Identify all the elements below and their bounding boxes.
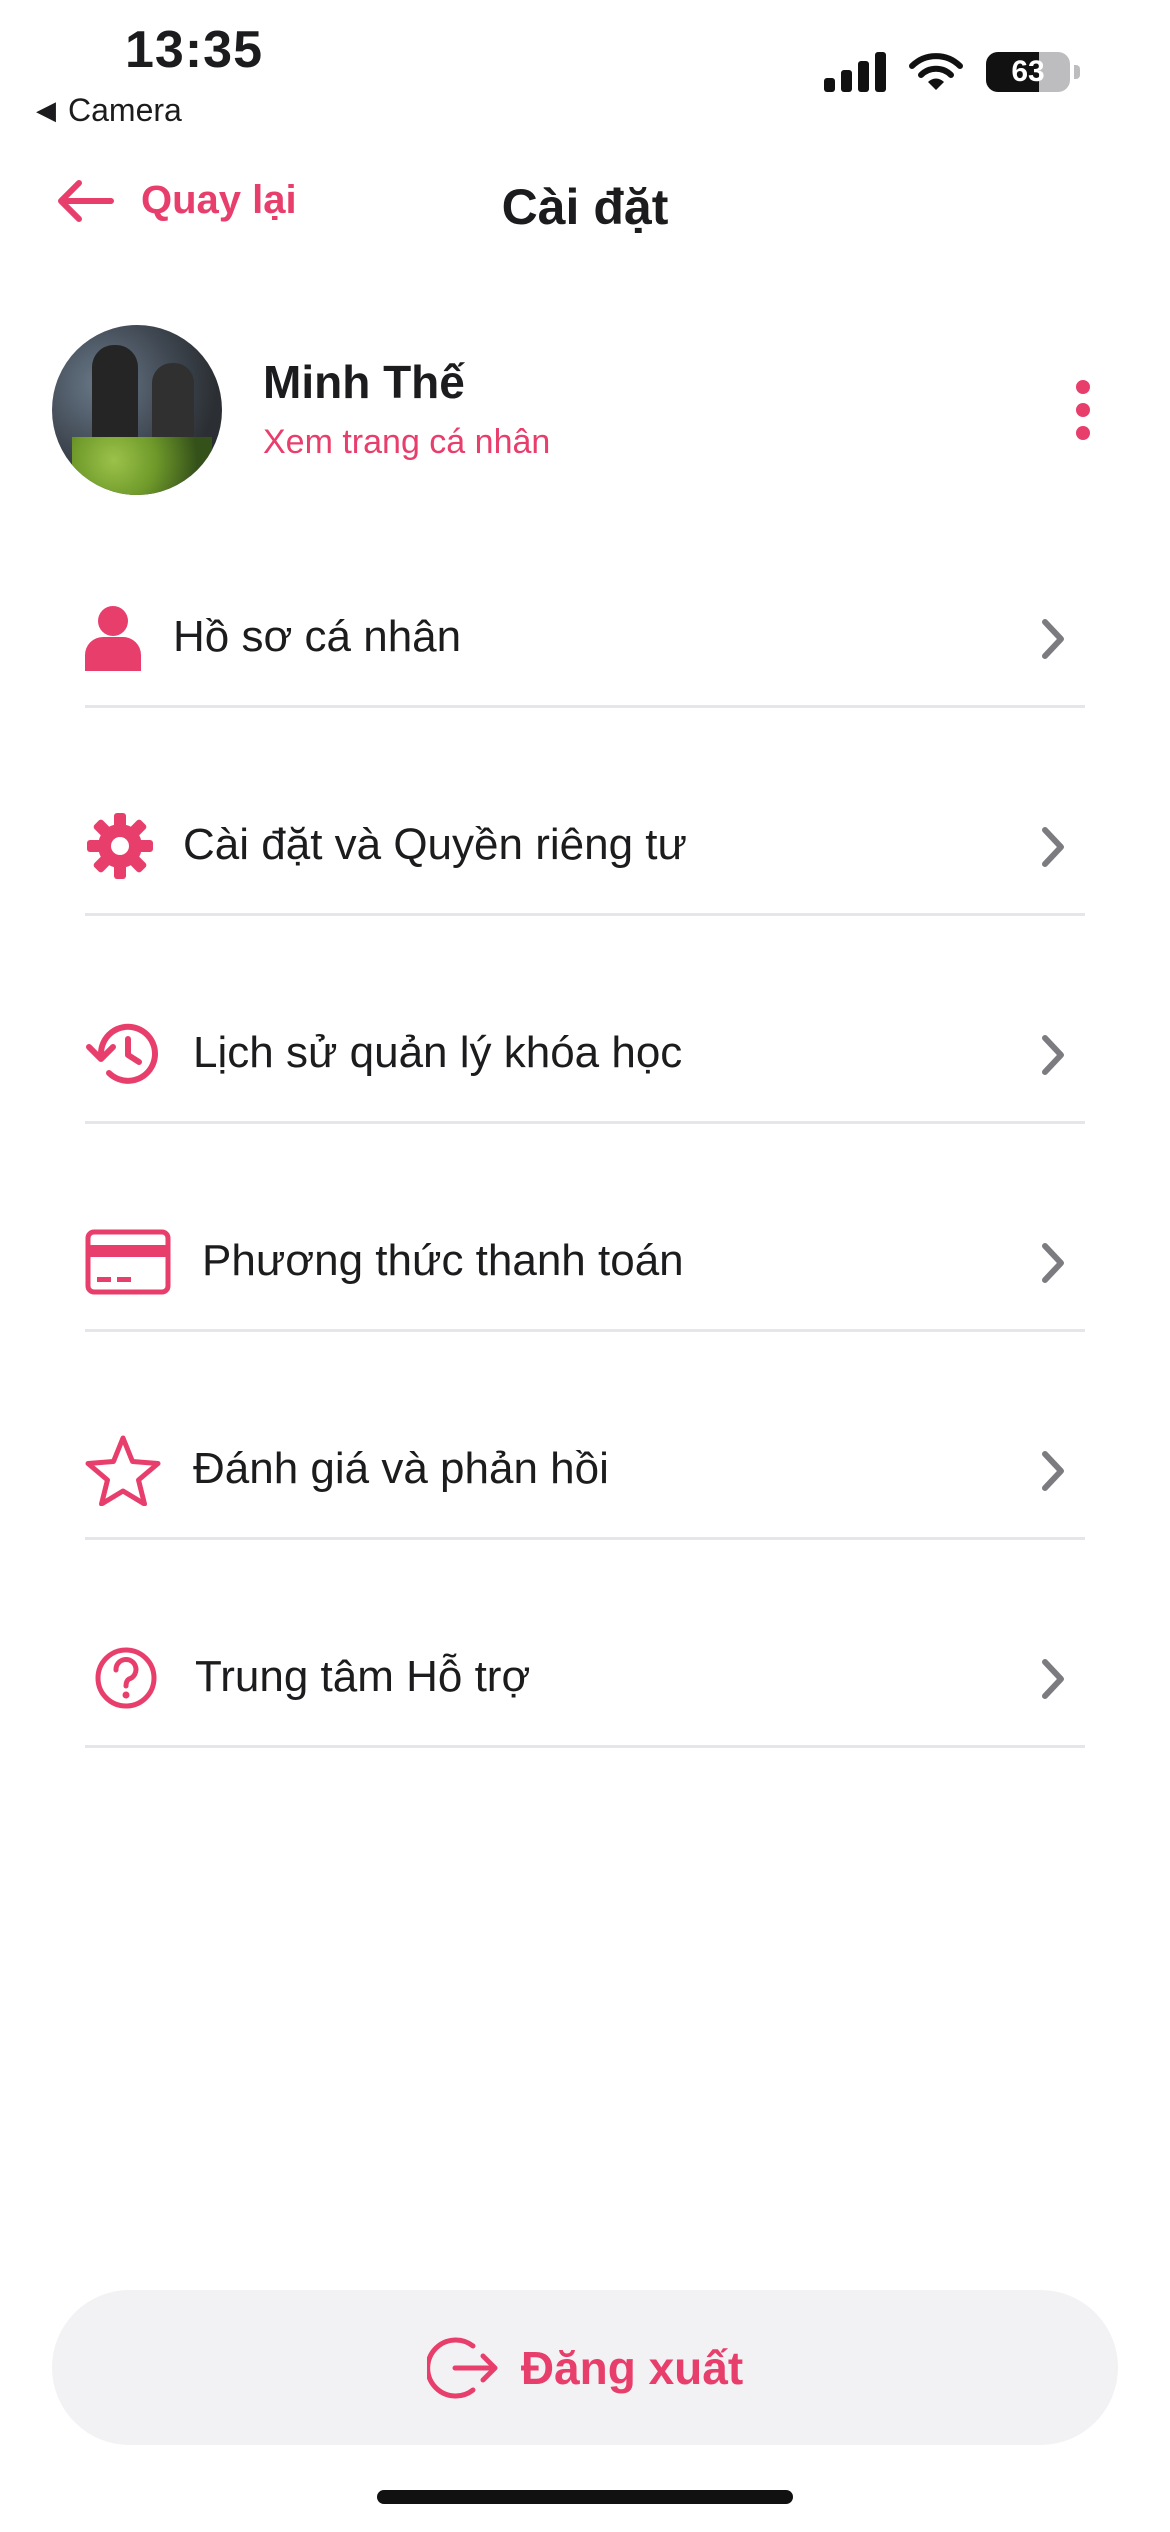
cellular-signal-icon xyxy=(824,52,886,92)
chevron-right-icon xyxy=(1042,1035,1064,1075)
menu-item-profile[interactable]: Hồ sơ cá nhân xyxy=(85,570,1085,708)
chevron-right-icon xyxy=(1042,1243,1064,1283)
credit-card-icon xyxy=(85,1222,171,1302)
battery-tip xyxy=(1074,65,1080,79)
menu-item-label: Hồ sơ cá nhân xyxy=(173,612,462,661)
gear-icon xyxy=(85,806,171,886)
back-app-label: Camera xyxy=(68,92,182,128)
profile-name: Minh Thế xyxy=(263,356,465,408)
menu-item-label: Lịch sử quản lý khóa học xyxy=(193,1028,683,1077)
chevron-right-icon xyxy=(1042,827,1064,867)
menu-item-help-center[interactable]: Trung tâm Hỗ trợ xyxy=(85,1610,1085,1748)
history-icon xyxy=(85,1014,171,1094)
wifi-icon xyxy=(909,53,963,90)
help-circle-icon xyxy=(85,1638,171,1718)
menu-item-settings-privacy[interactable]: Cài đặt và Quyền riêng tư xyxy=(85,778,1085,916)
avatar-plant xyxy=(72,437,212,495)
chevron-right-icon xyxy=(1042,1659,1064,1699)
logout-icon xyxy=(426,2337,498,2398)
battery-percent: 63 xyxy=(1011,55,1045,88)
star-icon xyxy=(85,1430,171,1510)
back-triangle-icon: ◀ xyxy=(36,95,56,125)
menu-item-label: Cài đặt và Quyền riêng tư xyxy=(183,820,687,869)
more-options-icon[interactable] xyxy=(1073,380,1093,440)
menu-item-rating-feedback[interactable]: Đánh giá và phản hồi xyxy=(85,1402,1085,1540)
status-time: 13:35 xyxy=(125,21,263,79)
menu-item-label: Phương thức thanh toán xyxy=(202,1236,684,1285)
battery-icon: 63 xyxy=(986,52,1070,92)
back-button[interactable]: Quay lại xyxy=(55,178,297,223)
back-to-app[interactable]: ◀ Camera xyxy=(36,92,182,129)
back-label: Quay lại xyxy=(141,178,297,222)
home-indicator[interactable] xyxy=(377,2490,793,2504)
person-icon xyxy=(85,598,171,678)
menu-item-label: Trung tâm Hỗ trợ xyxy=(195,1652,531,1701)
avatar[interactable] xyxy=(52,325,222,495)
chevron-right-icon xyxy=(1042,619,1064,659)
menu-item-label: Đánh giá và phản hồi xyxy=(193,1444,609,1493)
menu-item-course-history[interactable]: Lịch sử quản lý khóa học xyxy=(85,986,1085,1124)
logout-button[interactable]: Đăng xuất xyxy=(52,2290,1118,2445)
avatar-figure xyxy=(92,345,138,445)
status-icons: 63 xyxy=(824,52,1080,92)
chevron-right-icon xyxy=(1042,1451,1064,1491)
logout-label: Đăng xuất xyxy=(520,2341,744,2394)
arrow-left-icon xyxy=(58,179,114,222)
view-profile-link[interactable]: Xem trang cá nhân xyxy=(263,423,550,462)
menu-item-payment-methods[interactable]: Phương thức thanh toán xyxy=(85,1194,1085,1332)
